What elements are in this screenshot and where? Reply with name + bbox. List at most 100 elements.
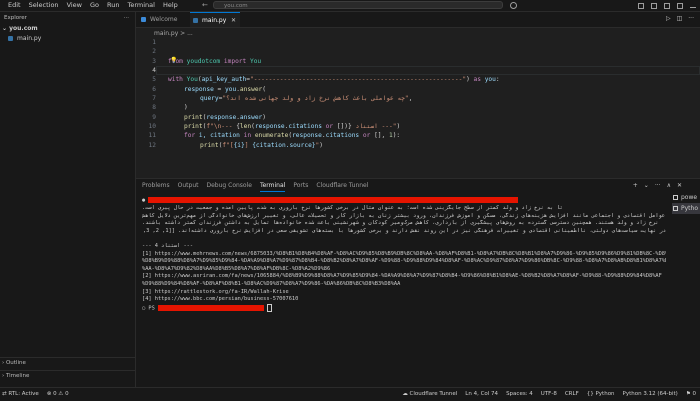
citation-line[interactable]: %D9%88%D9%84%D8%AF-%D8%AF%D8%B1-%D8%AC%D… xyxy=(142,281,666,289)
code-line-8: print(response.answer) xyxy=(184,113,267,121)
terminal-answer-line: تا به نرخ زاد و ولد کمتر از سطح جایگزینی… xyxy=(142,205,563,212)
outline-section[interactable]: › Outline xyxy=(0,357,135,368)
split-editor-icon[interactable]: ◫ xyxy=(677,15,683,22)
code-line-9: print(f"\n--- {len(response.citations or… xyxy=(184,122,401,130)
citations-header: --- 4 استناد --- xyxy=(142,243,194,250)
code-line-4: with You(api_key_auth="-----------------… xyxy=(168,76,500,84)
terminal-answer-line: عوامل اقتصادی و اجتماعی مانند افزایش هزی… xyxy=(142,212,665,219)
close-icon[interactable]: ✕ xyxy=(231,13,236,28)
terminal-output[interactable]: ● تا به نرخ زاد و ولد کمتر از سطح جایگزی… xyxy=(142,197,666,385)
tab-debug-console[interactable]: Debug Console xyxy=(207,182,252,192)
citation-line[interactable]: [2] https://www.asriran.com/fa/news/1065… xyxy=(142,273,666,281)
tab-output[interactable]: Output xyxy=(178,182,199,192)
folder-you-com[interactable]: ⌄ you.com xyxy=(0,24,135,34)
copilot-icon[interactable] xyxy=(510,2,517,9)
python-icon xyxy=(8,36,13,41)
maximize-panel-icon[interactable]: ∧ xyxy=(667,182,671,189)
current-line-highlight xyxy=(156,66,700,75)
rtl-status[interactable]: ⇄ RTL: Active xyxy=(2,388,39,401)
terminal-list: powe Pytho xyxy=(672,192,700,214)
citation-line[interactable]: [3] https://rattlestork.org/fa-IR/Wallah… xyxy=(142,289,666,297)
close-panel-icon[interactable]: ✕ xyxy=(677,182,682,189)
explorer-header: Explorer ··· xyxy=(0,12,135,24)
command-center[interactable]: you.com xyxy=(213,1,503,9)
problems-status[interactable]: ⊗ 0 ⚠ 0 xyxy=(47,388,69,401)
menu-selection[interactable]: Selection xyxy=(25,0,63,11)
menu-view[interactable]: View xyxy=(63,0,86,11)
line-number: 10 xyxy=(148,123,156,130)
tab-problems[interactable]: Problems xyxy=(142,182,170,192)
code-line-6: query="چه عواملی باعث کاهش نرخ زاد و ولد… xyxy=(200,94,413,102)
minimize-icon[interactable] xyxy=(690,4,696,8)
file-main-py[interactable]: main.py xyxy=(0,34,135,44)
terminal-prompt-line[interactable]: ○ PS xyxy=(142,303,666,313)
file-label: main.py xyxy=(17,35,42,42)
cursor-position[interactable]: Ln 4, Col 74 xyxy=(465,388,498,401)
tab-welcome[interactable]: Welcome xyxy=(138,12,190,27)
terminal-powershell[interactable]: powe xyxy=(672,192,700,203)
timeline-label: Timeline xyxy=(5,373,30,379)
line-number: 5 xyxy=(152,76,156,84)
citation-line[interactable]: %D8%B9%D9%88%D8%A7%D9%85%D9%84-%DA%A9%D8… xyxy=(142,258,666,266)
tab-main-label: main.py xyxy=(202,17,227,24)
code-line-5: response = you.answer( xyxy=(184,85,267,93)
menu-help[interactable]: Help xyxy=(159,0,182,11)
citation-line[interactable]: %AA-%D8%A7%D9%82%D8%AA%D8%B5%D8%A7%D8%AF… xyxy=(142,266,666,274)
redacted-path xyxy=(157,304,264,311)
terminal-python[interactable]: Pytho xyxy=(672,203,700,214)
tab-welcome-label: Welcome xyxy=(150,16,178,23)
citation-line[interactable]: [4] https://www.bbc.com/persian/business… xyxy=(142,296,666,304)
terminal-icon xyxy=(673,206,678,211)
tab-terminal[interactable]: Terminal xyxy=(259,182,286,192)
line-number: 6 xyxy=(152,85,156,93)
back-arrow-icon[interactable]: ← xyxy=(202,1,208,9)
line-number: 9 xyxy=(152,113,156,121)
tab-cloudflare-tunnel[interactable]: Cloudflare Tunnel xyxy=(316,182,368,192)
menu-terminal[interactable]: Terminal xyxy=(123,0,158,11)
line-number: 7 xyxy=(152,95,156,102)
python-icon xyxy=(193,18,198,23)
ports-status[interactable]: ⚑ 0 xyxy=(686,388,696,401)
terminal-answer-line: نرخ زاد و ولد هستند. همچنین دسترسی گسترد… xyxy=(142,220,659,227)
toggle-secondary-sidebar-icon[interactable] xyxy=(664,2,670,9)
terminal-cursor xyxy=(267,303,273,312)
chevron-down-icon[interactable]: ⌄ xyxy=(644,182,649,189)
toggle-sidebar-icon[interactable] xyxy=(638,2,644,9)
explorer-sidebar: Explorer ··· ⌄ you.com main.py › Outline… xyxy=(0,12,136,387)
menu-edit[interactable]: Edit xyxy=(4,0,25,11)
title-bar: Edit Selection View Go Run Terminal Help… xyxy=(0,0,700,12)
tab-main-py[interactable]: main.py ✕ xyxy=(190,12,240,27)
encoding-status[interactable]: UTF-8 xyxy=(541,388,557,401)
python-interpreter[interactable]: Python 3.12 (64-bit) xyxy=(623,388,678,401)
menu-go[interactable]: Go xyxy=(86,0,103,11)
code-editor[interactable]: 💡 1 2 from youdotcom import You 3 4 with… xyxy=(136,38,700,178)
language-mode[interactable]: {} Python xyxy=(587,388,615,401)
new-terminal-icon[interactable]: + xyxy=(633,182,638,189)
cloudflare-tunnel-status[interactable]: ☁ Cloudflare Tunnel xyxy=(402,388,457,401)
terminal-command-line: ● xyxy=(142,197,666,205)
timeline-section[interactable]: › Timeline xyxy=(0,370,135,381)
outline-label: Outline xyxy=(5,360,26,366)
tab-ports[interactable]: Ports xyxy=(293,182,308,192)
line-ending-status[interactable]: CRLF xyxy=(565,388,579,401)
run-icon[interactable]: ▷ xyxy=(666,15,671,22)
more-actions-icon[interactable]: ··· xyxy=(688,15,694,22)
prompt-label: PS xyxy=(148,305,155,312)
toggle-panel-icon[interactable] xyxy=(651,2,657,9)
breadcrumb[interactable]: main.py > ... xyxy=(154,30,193,37)
indentation-status[interactable]: Spaces: 4 xyxy=(506,388,533,401)
code-line-7: ) xyxy=(184,104,188,112)
shell-label: powe xyxy=(681,194,698,201)
more-actions-icon[interactable]: ··· xyxy=(124,12,129,24)
citation-line[interactable]: [1] https://www.mehrnews.com/news/687503… xyxy=(142,251,666,259)
terminal-icon xyxy=(673,195,678,200)
more-actions-icon[interactable]: ··· xyxy=(655,182,661,189)
menu-bar: Edit Selection View Go Run Terminal Help xyxy=(4,0,182,11)
line-number: 8 xyxy=(152,104,156,112)
line-number: 4 xyxy=(152,67,156,74)
menu-run[interactable]: Run xyxy=(103,0,123,11)
layout-icon[interactable] xyxy=(677,2,683,9)
terminal-answer-line: در نهایت سیاست‌های دولتی، نااطمینانی اقت… xyxy=(142,227,666,234)
line-number: 1 xyxy=(152,39,156,46)
shell-label: Pytho xyxy=(681,205,698,212)
